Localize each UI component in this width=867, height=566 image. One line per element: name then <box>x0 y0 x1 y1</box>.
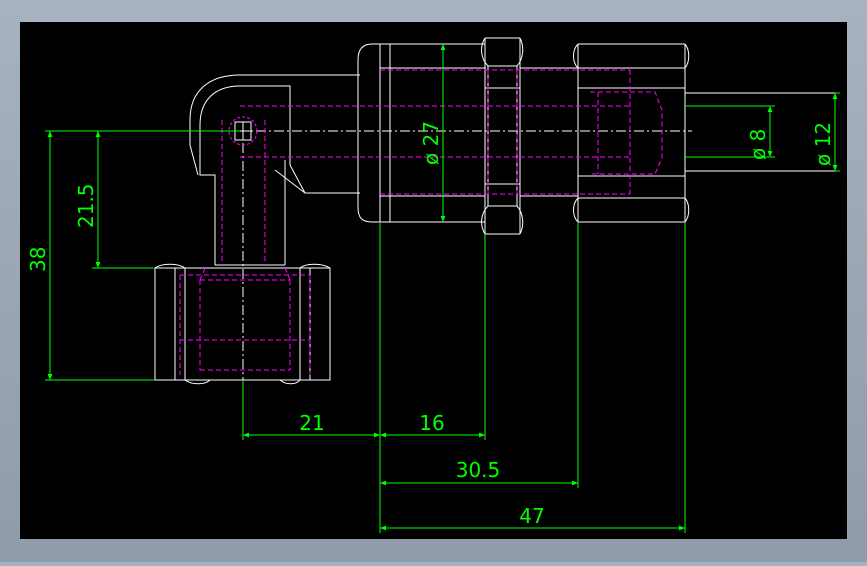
dim-diameter-27: ø 27 <box>419 121 443 165</box>
dim-length-30-5: 30.5 <box>456 458 501 482</box>
drawing-canvas[interactable]: ø 8 ø 12 ø 27 38 21.5 21 16 30.5 47 <box>0 0 867 562</box>
dim-diameter-12: ø 12 <box>811 122 835 166</box>
dim-diameter-8: ø 8 <box>746 129 770 160</box>
dim-height-38: 38 <box>26 247 50 272</box>
dim-length-16: 16 <box>419 411 444 435</box>
dim-height-21-5: 21.5 <box>74 183 98 228</box>
model-space <box>20 22 847 539</box>
dim-length-21: 21 <box>299 411 324 435</box>
cad-viewport[interactable]: ø 8 ø 12 ø 27 38 21.5 21 16 30.5 47 <box>0 0 867 562</box>
dim-length-47: 47 <box>519 504 544 528</box>
